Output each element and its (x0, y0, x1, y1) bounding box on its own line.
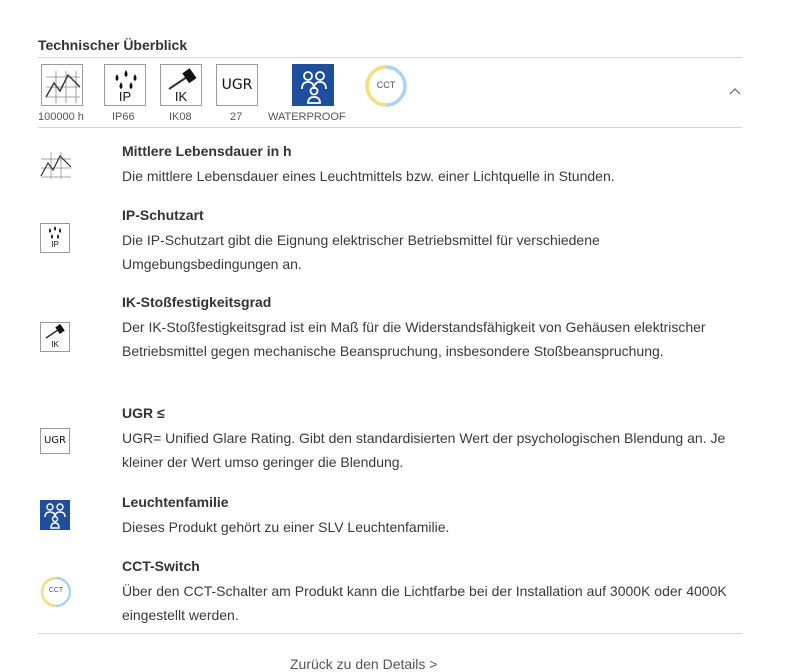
icon-caption-ugr: 27 (230, 111, 243, 123)
ik-glyph-text: IK (174, 89, 188, 104)
ip-protection-icon: IP (40, 223, 70, 253)
chevron-up-icon[interactable] (728, 84, 742, 98)
detail-description: UGR= Unified Glare Rating. Gibt den stan… (122, 430, 726, 470)
detail-title: IP-Schutzart (122, 207, 204, 223)
icon-caption-ik: IK08 (169, 111, 192, 123)
family-icon (292, 64, 334, 106)
icon-caption-lifetime: 100000 h (38, 111, 84, 123)
icon-cell-cct[interactable]: CCT (364, 64, 408, 108)
ugr-glyph-text: UGR (43, 435, 67, 446)
detail-description: Der IK-Stoßfestigkeitsgrad ist ein Maß f… (122, 319, 706, 359)
divider-icon-bar (38, 127, 742, 128)
cct-glyph-text: CCT (376, 80, 396, 90)
ik-glyph-text: IK (51, 340, 59, 349)
family-icon (40, 500, 70, 530)
detail-description: Die mittlere Lebensdauer eines Leuchtmit… (122, 168, 615, 184)
ip-glyph-text: IP (118, 89, 132, 104)
icon-cell-lifetime[interactable]: 100000 h (38, 64, 84, 123)
ip-protection-icon: IP (104, 64, 146, 106)
lifetime-chart-icon (40, 152, 72, 179)
icon-cell-ik[interactable]: IK IK08 (160, 64, 202, 123)
cct-switch-icon: CCT (364, 64, 408, 108)
ugr-icon: UGR (216, 64, 258, 106)
icon-caption-family: WATERPROOF (268, 111, 346, 123)
divider-bottom (38, 633, 742, 634)
ik-impact-hammer-icon: IK (160, 64, 202, 106)
detail-description: Über den CCT-Schalter am Produkt kann di… (122, 583, 727, 623)
icon-caption-ip: IP66 (112, 111, 135, 123)
detail-title: Mittlere Lebensdauer in h (122, 143, 292, 159)
ugr-icon: UGR (40, 428, 70, 454)
ip-glyph-text: IP (51, 240, 59, 249)
cct-glyph-text: CCT (48, 587, 64, 594)
detail-description: Die IP-Schutzart gibt die Eignung elektr… (122, 232, 600, 272)
detail-title: IK-Stoßfestigkeitsgrad (122, 294, 272, 310)
icon-cell-ip[interactable]: IP IP66 (104, 64, 146, 123)
detail-title: CCT-Switch (122, 558, 200, 574)
detail-description: Dieses Produkt gehört zu einer SLV Leuch… (122, 519, 450, 535)
icon-bar[interactable]: 100000 h IP IP66 IK IK08 UGR 27 WATERPRO… (38, 64, 742, 124)
lifetime-chart-icon (41, 64, 83, 106)
cct-switch-icon: CCT (40, 576, 72, 608)
detail-title: UGR ≤ (122, 405, 165, 421)
ik-impact-hammer-icon: IK (40, 322, 70, 352)
icon-cell-ugr[interactable]: UGR 27 (216, 64, 258, 123)
back-to-details-link[interactable]: Zurück zu den Details > (290, 656, 437, 672)
detail-title: Leuchtenfamilie (122, 494, 229, 510)
icon-cell-family[interactable]: WATERPROOF (268, 64, 346, 123)
divider-top (38, 57, 742, 58)
ugr-glyph-text: UGR (221, 77, 253, 93)
section-title: Technischer Überblick (38, 37, 188, 53)
